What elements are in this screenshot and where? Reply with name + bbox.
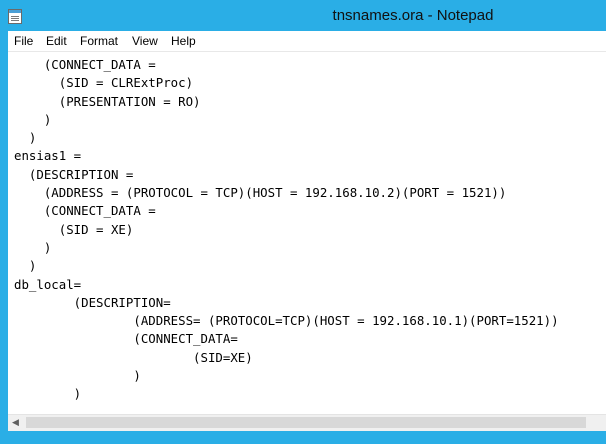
editor-line: (CONNECT_DATA =: [14, 203, 156, 219]
editor-text[interactable]: (CONNECT_DATA = (SID = CLRExtProc) (PRES…: [14, 56, 559, 404]
editor-line: ): [14, 386, 82, 402]
editor-line: ): [14, 258, 37, 274]
scrollbar-thumb[interactable]: [26, 417, 586, 428]
editor-line: (ADDRESS = (PROTOCOL = TCP)(HOST = 192.1…: [14, 185, 507, 201]
menu-file[interactable]: File: [14, 34, 33, 48]
window-bottom-border: [8, 431, 606, 444]
horizontal-scrollbar[interactable]: ◀: [8, 414, 606, 431]
editor-line: ): [14, 239, 52, 255]
editor-line: (DESCRIPTION=: [14, 294, 171, 310]
window-title: tnsnames.ora - Notepad: [332, 7, 494, 24]
menu-view[interactable]: View: [132, 34, 158, 48]
editor-line: (CONNECT_DATA =: [14, 57, 156, 72]
editor-line: ensias1 =: [14, 148, 82, 164]
menu-help[interactable]: Help: [171, 34, 196, 48]
editor-line: (CONNECT_DATA=: [14, 331, 238, 347]
menu-format[interactable]: Format: [80, 34, 118, 48]
editor-line: ): [14, 130, 37, 146]
editor-line: ): [14, 111, 52, 127]
editor-line: (ADDRESS= (PROTOCOL=TCP)(HOST = 192.168.…: [14, 313, 559, 329]
editor-line: (PRESENTATION = RO): [14, 93, 201, 109]
editor-line: (SID=XE): [14, 349, 253, 365]
text-editor[interactable]: (CONNECT_DATA = (SID = CLRExtProc) (PRES…: [8, 52, 606, 414]
editor-line: (SID = XE): [14, 221, 134, 237]
menu-edit[interactable]: Edit: [46, 34, 67, 48]
menu-bar: File Edit Format View Help: [8, 31, 606, 52]
notepad-window: tnsnames.ora - Notepad File Edit Format …: [0, 0, 606, 444]
title-bar[interactable]: tnsnames.ora - Notepad: [0, 0, 606, 32]
editor-line: (DESCRIPTION =: [14, 166, 134, 182]
editor-line: db_local=: [14, 276, 82, 292]
notepad-icon[interactable]: [8, 9, 22, 24]
editor-line: (SID = CLRExtProc): [14, 75, 194, 91]
editor-line: ): [14, 368, 141, 384]
chevron-left-icon[interactable]: ◀: [12, 415, 19, 431]
